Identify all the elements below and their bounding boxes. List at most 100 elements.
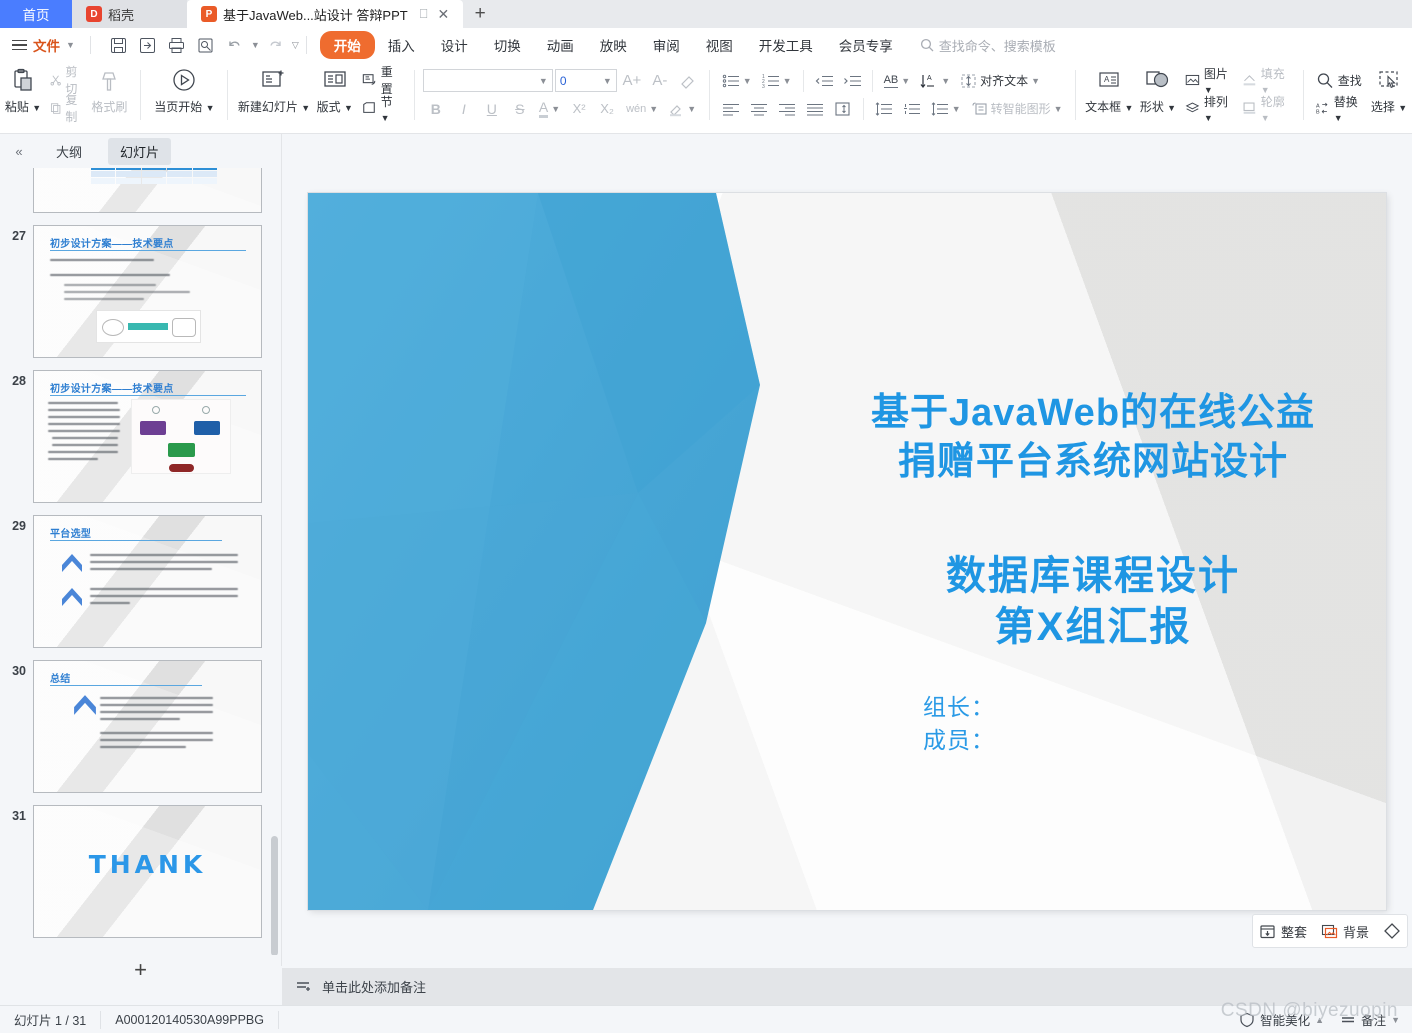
paste-button[interactable]: 粘贴 ▼	[0, 64, 46, 117]
spacing-options-icon[interactable]: ▼	[927, 96, 965, 121]
bullet-list-icon[interactable]: ▼	[718, 68, 756, 93]
save-icon[interactable]	[106, 33, 132, 57]
layout-button[interactable]: 版式 ▼	[312, 64, 358, 117]
clear-format-icon[interactable]	[675, 68, 701, 93]
paragraph-spacing-icon[interactable]	[899, 96, 925, 121]
print-icon[interactable]	[164, 33, 190, 57]
cut-button[interactable]: 剪切	[46, 65, 86, 96]
shape-tool-button[interactable]	[1383, 922, 1401, 940]
list-item[interactable]	[0, 168, 281, 219]
columns-icon[interactable]	[830, 96, 856, 121]
increase-font-size-button[interactable]: A+	[619, 68, 645, 93]
justify-icon[interactable]	[802, 96, 828, 121]
chevron-up-icon[interactable]: ▲	[1315, 1015, 1324, 1025]
customize-toolbar-icon[interactable]: ▽	[292, 40, 299, 51]
sidebar-scrollbar[interactable]	[271, 836, 278, 956]
thumbnail-28[interactable]: 初步设计方案——技术要点	[33, 370, 262, 503]
undo-dropdown-icon[interactable]: ▼	[251, 40, 260, 50]
file-menu-button[interactable]: 文件 ▼	[0, 35, 83, 55]
underline-button[interactable]: U	[479, 96, 505, 121]
replace-button[interactable]: AB 替换 ▼	[1312, 95, 1366, 123]
save-as-icon[interactable]	[135, 33, 161, 57]
increase-indent-icon[interactable]	[839, 68, 865, 93]
text-direction-button[interactable]: AB ▼	[880, 68, 915, 93]
menu-item-slideshow[interactable]: 放映	[587, 32, 640, 58]
smart-beautify-button[interactable]: 智能美化 ▲	[1239, 1010, 1324, 1029]
thumbnail-31[interactable]: THANK	[33, 805, 262, 938]
pinyin-guide-button[interactable]: wén ▼	[622, 96, 662, 121]
fill-button[interactable]: 填充 ▼	[1238, 67, 1295, 95]
shape-button[interactable]: 形状 ▼	[1135, 64, 1181, 117]
font-name-input[interactable]: ▼	[422, 69, 553, 92]
line-spacing-icon[interactable]	[871, 96, 897, 121]
current-slide-canvas[interactable]: 基于JavaWeb的在线公益 捐赠平台系统网站设计 数据库课程设计 第X组汇报 …	[308, 193, 1386, 910]
menu-item-membership[interactable]: 会员专享	[826, 32, 906, 58]
print-preview-icon[interactable]	[193, 33, 219, 57]
slide-editing-stage[interactable]: 基于JavaWeb的在线公益 捐赠平台系统网站设计 数据库课程设计 第X组汇报 …	[281, 134, 1412, 966]
slide-meta-text[interactable]: 组长： 成员：	[923, 691, 1283, 756]
font-size-input[interactable]: 0 ▼	[554, 69, 617, 92]
arrange-button[interactable]: 排列 ▼	[1181, 95, 1238, 123]
redo-icon[interactable]	[263, 33, 289, 57]
superscript-button[interactable]: X²	[566, 96, 592, 121]
find-button[interactable]: 查找	[1312, 67, 1366, 93]
menu-item-transition[interactable]: 切换	[481, 32, 534, 58]
subscript-button[interactable]: X₂	[594, 96, 620, 121]
reset-button[interactable]: 重置	[358, 65, 406, 96]
slide-thumbnail-panel[interactable]: 27 初步设计方案——技术要点 28 初步设计方案——技术要点 29 平台选型 …	[0, 168, 281, 968]
highlight-icon[interactable]: ▼	[664, 96, 700, 121]
list-item[interactable]: 30 总结	[0, 654, 281, 799]
decrease-font-size-button[interactable]: A-	[647, 68, 673, 93]
whole-set-button[interactable]: 整套	[1259, 922, 1307, 941]
format-painter-button[interactable]: 格式刷	[86, 64, 132, 117]
numbered-list-icon[interactable]: 1 2 3 ▼	[758, 68, 796, 93]
tab-home[interactable]: 首页	[0, 0, 72, 28]
menu-item-insert[interactable]: 插入	[375, 32, 428, 58]
menu-item-view[interactable]: 视图	[693, 32, 746, 58]
decrease-indent-icon[interactable]	[811, 68, 837, 93]
menu-item-review[interactable]: 审阅	[640, 32, 693, 58]
tab-document[interactable]: P 基于JavaWeb...站设计 答辩PPT ⎕ ✕	[187, 0, 464, 28]
align-text-button[interactable]: 对齐文本 ▼	[956, 68, 1044, 93]
thumbnail-30[interactable]: 总结	[33, 660, 262, 793]
align-left-icon[interactable]	[718, 96, 744, 121]
menu-item-design[interactable]: 设计	[428, 32, 481, 58]
undo-icon[interactable]	[222, 33, 248, 57]
list-item[interactable]: 27 初步设计方案——技术要点	[0, 219, 281, 364]
strikethrough-button[interactable]: S	[507, 96, 533, 121]
thumbnail-29[interactable]: 平台选型	[33, 515, 262, 648]
chevron-down-icon[interactable]: ▼	[603, 76, 612, 86]
list-item[interactable]: 29 平台选型	[0, 509, 281, 654]
italic-button[interactable]: I	[451, 96, 477, 121]
start-from-current-button[interactable]: 当页开始 ▼	[149, 64, 219, 117]
search-command-box[interactable]: 查找命令、搜索模板	[920, 36, 1056, 55]
tab-outline[interactable]: 大纲	[44, 138, 94, 165]
thumbnail-26[interactable]	[33, 168, 262, 213]
notes-pane[interactable]: 单击此处添加备注	[282, 968, 1412, 1005]
tab-docer[interactable]: D 稻壳	[72, 0, 187, 28]
slide-title[interactable]: 基于JavaWeb的在线公益 捐赠平台系统网站设计	[813, 389, 1373, 486]
outline-button[interactable]: 轮廓 ▼	[1238, 95, 1295, 123]
slide-subtitle[interactable]: 数据库课程设计 第X组汇报	[813, 551, 1373, 653]
chevron-down-icon[interactable]: ▼	[539, 76, 548, 86]
list-item[interactable]: 31 THANK	[0, 799, 281, 944]
collapse-panel-icon[interactable]: «	[8, 144, 30, 159]
copy-button[interactable]: 复制	[46, 93, 86, 124]
thumbnail-27[interactable]: 初步设计方案——技术要点	[33, 225, 262, 358]
align-right-icon[interactable]	[774, 96, 800, 121]
align-center-icon[interactable]	[746, 96, 772, 121]
textbox-button[interactable]: A 文本框 ▼	[1083, 64, 1134, 117]
smart-art-button[interactable]: 转智能图形 ▼	[967, 96, 1067, 121]
font-color-button[interactable]: A ▼	[535, 96, 564, 121]
list-item[interactable]: 28 初步设计方案——技术要点	[0, 364, 281, 509]
new-tab-button[interactable]: +	[463, 0, 497, 28]
select-button[interactable]: 选择 ▼	[1366, 64, 1412, 117]
present-monitor-icon[interactable]: ⎕	[420, 6, 428, 22]
menu-item-start[interactable]: 开始	[319, 31, 375, 59]
sort-icon[interactable]: A ▼	[916, 68, 954, 93]
section-button[interactable]: 节 ▼	[358, 95, 406, 123]
chevron-down-icon[interactable]: ▼	[1391, 1015, 1400, 1025]
tab-slides[interactable]: 幻灯片	[108, 137, 172, 165]
menu-item-devtools[interactable]: 开发工具	[746, 32, 826, 58]
notes-toggle-button[interactable]: 备注 ▼	[1340, 1010, 1400, 1029]
